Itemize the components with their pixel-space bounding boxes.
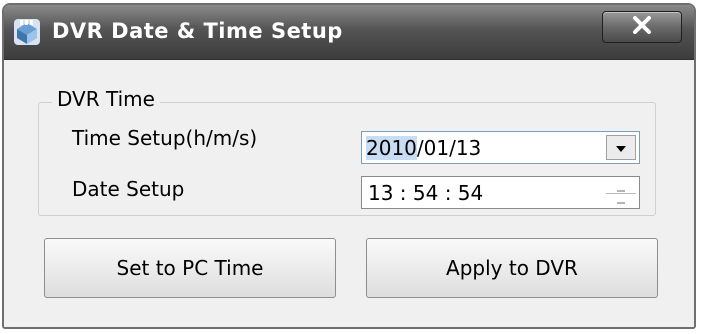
title-bar[interactable]: DVR Date & Time Setup	[4, 5, 694, 60]
date-remaining-segment: /01/13	[416, 136, 482, 160]
groupbox-label: DVR Time	[52, 87, 160, 111]
dvr-time-dialog: DVR Date & Time Setup DVR Time Time Setu…	[2, 3, 696, 329]
time-setup-label: Time Setup(h/m/s)	[72, 126, 258, 150]
date-dropdown[interactable]: 2010/01/13	[361, 131, 640, 164]
set-to-pc-time-button[interactable]: Set to PC Time	[44, 238, 336, 298]
date-setup-label: Date Setup	[72, 177, 185, 201]
time-spin-field[interactable]: 13 : 54 : 54	[361, 176, 640, 209]
dialog-body: DVR Time Time Setup(h/m/s) Date Setup 20…	[4, 60, 694, 327]
dropdown-button[interactable]	[606, 135, 636, 160]
chevron-down-icon	[615, 138, 627, 157]
date-dropdown-value: 2010/01/13	[366, 136, 481, 160]
time-spinner[interactable]	[606, 180, 636, 205]
apply-to-dvr-button[interactable]: Apply to DVR	[366, 238, 658, 298]
spin-down-icon	[616, 191, 626, 210]
close-button[interactable]	[602, 11, 682, 43]
spin-down-button[interactable]	[606, 193, 636, 206]
close-icon	[631, 16, 653, 38]
time-value: 13 : 54 : 54	[368, 181, 484, 205]
window-title: DVR Date & Time Setup	[52, 19, 343, 43]
dvr-app-icon	[12, 17, 42, 47]
date-selected-segment: 2010	[366, 136, 417, 160]
